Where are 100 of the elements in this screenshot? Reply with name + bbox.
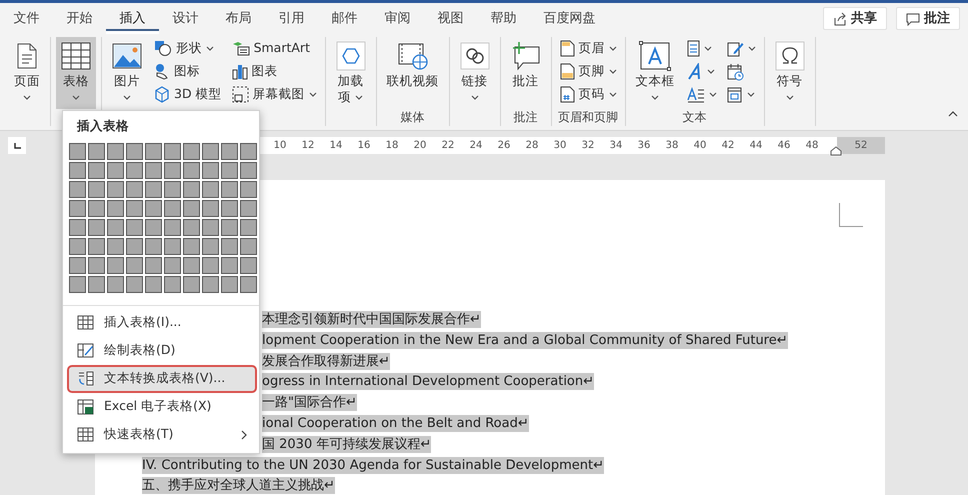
menu-item[interactable]: 绘制表格(D) <box>67 336 257 365</box>
cube-icon <box>154 86 170 103</box>
caret-icon <box>746 92 755 97</box>
ribbon-tab[interactable]: 设计 <box>159 3 212 34</box>
picture-icon <box>112 43 142 69</box>
convert-icon <box>77 371 94 386</box>
calendar-icon <box>726 62 744 80</box>
ruler-number: 28 <box>524 139 540 153</box>
caret-icon <box>355 95 364 100</box>
ruler-number: 22 <box>440 139 456 153</box>
caret-icon <box>651 95 660 100</box>
window-icon <box>726 86 743 103</box>
shapes-icon <box>154 40 172 57</box>
group-label: 页眉和页脚 <box>557 109 620 126</box>
ribbon-button[interactable]: 屏幕截图 <box>228 83 320 106</box>
menu-item[interactable]: 文本转换成表格(V)... <box>67 364 257 393</box>
quick-parts-icon <box>686 40 700 57</box>
group-label: 批注 <box>512 109 539 126</box>
page-icon <box>16 43 38 69</box>
ribbon-button[interactable]: 图表 <box>228 60 320 83</box>
ruler-number: 40 <box>692 139 708 153</box>
menu-item[interactable]: Excel 电子表格(X) <box>67 392 257 421</box>
ribbon-button[interactable]: 加载项 <box>330 37 371 109</box>
spreadsheet-icon <box>77 398 94 415</box>
ruler-number: 44 <box>748 139 764 153</box>
ribbon-tab[interactable]: 帮助 <box>477 3 530 34</box>
ruler-number: 48 <box>804 139 820 153</box>
ribbon-button[interactable]: 3D 模型 <box>151 83 225 106</box>
ribbon-tab[interactable]: 引用 <box>265 3 318 34</box>
caret-icon <box>706 69 715 74</box>
caret-icon <box>786 95 794 100</box>
ruler-number: 20 <box>412 139 428 153</box>
ribbon-button[interactable]: 表格 <box>56 37 96 109</box>
group-label: 文本 <box>682 109 708 126</box>
letter-a-icon <box>686 63 703 80</box>
drop-cap-icon <box>686 86 705 103</box>
ruler-number: 16 <box>356 139 372 153</box>
chevron-up-icon <box>948 110 958 117</box>
ribbon-button[interactable]: 联机视频 <box>382 37 444 108</box>
pen-icon <box>726 40 744 57</box>
ribbon-button[interactable]: SmartArt <box>228 37 320 60</box>
caret-icon <box>608 69 617 74</box>
ruler-number: 36 <box>636 139 652 153</box>
caret-icon <box>72 95 80 100</box>
ribbon-tab[interactable]: 百度网盘 <box>530 3 609 34</box>
ruler-number: 26 <box>496 139 512 153</box>
table-icon <box>77 427 94 442</box>
ribbon-button[interactable]: 形状 <box>151 37 225 60</box>
text-box-icon <box>639 41 672 71</box>
bar-chart-icon <box>232 63 248 80</box>
caret-icon <box>748 46 756 51</box>
ribbon-button[interactable]: 页脚 <box>556 60 620 83</box>
group-label: 媒体 <box>400 109 426 126</box>
chevron-right-icon <box>241 430 247 440</box>
caret-icon <box>123 95 131 100</box>
ribbon-tab[interactable]: 开始 <box>53 3 106 34</box>
ribbon-tab[interactable]: 审阅 <box>371 3 424 34</box>
caret-icon <box>708 92 717 97</box>
ribbon-button[interactable]: 文本框 <box>630 37 680 108</box>
ruler-number: 52 <box>854 139 868 153</box>
ribbon-button[interactable]: 图片 <box>107 37 147 109</box>
caret-icon <box>23 95 31 100</box>
ruler-number: 42 <box>720 139 736 153</box>
menu-title: 插入表格 <box>76 117 130 135</box>
ribbon-tab[interactable]: 布局 <box>212 3 265 34</box>
ribbon-tab[interactable]: 插入 <box>106 3 159 34</box>
ribbon-button[interactable]: 页眉 <box>556 37 620 60</box>
tab-selector[interactable] <box>8 137 26 154</box>
page-number-icon <box>560 86 575 103</box>
footer-icon <box>560 63 575 80</box>
table-icon <box>61 42 91 70</box>
caret-icon <box>608 46 617 51</box>
ribbon-tab[interactable]: 邮件 <box>318 3 371 34</box>
caret-icon <box>608 92 617 97</box>
omega-icon <box>774 41 805 71</box>
ribbon-button[interactable]: 符号 <box>770 37 810 109</box>
ribbon-button[interactable]: 批注 <box>506 37 546 108</box>
menu-item[interactable]: 插入表格(I)... <box>67 308 257 337</box>
share-button[interactable]: 共享 <box>823 7 887 30</box>
comments-button[interactable]: 批注 <box>896 7 960 30</box>
table-size-grid[interactable] <box>69 142 257 294</box>
video-icon <box>398 42 428 70</box>
ruler-number: 10 <box>272 139 288 153</box>
ribbon-button[interactable]: 页码 <box>556 83 620 106</box>
menu-item[interactable]: 快速表格(T) <box>67 420 257 449</box>
ribbon-button[interactable]: 图标 <box>151 60 225 83</box>
ruler-number: 18 <box>384 139 400 153</box>
ribbon-tab[interactable]: 视图 <box>424 3 477 34</box>
ribbon-button[interactable]: 链接 <box>454 37 495 109</box>
ribbon-tab[interactable]: 文件 <box>0 3 53 34</box>
ruler-number: 12 <box>300 139 316 153</box>
ribbon-button[interactable]: 页面 <box>9 37 45 109</box>
indent-marker[interactable] <box>830 146 842 156</box>
caret-icon <box>704 46 712 51</box>
margin-corner-mark <box>839 203 863 227</box>
comment-icon <box>906 12 920 26</box>
draw-table-icon <box>77 343 94 358</box>
screenshot-icon <box>232 86 249 103</box>
tab-stop-icon <box>14 142 20 148</box>
link-icon <box>460 42 490 70</box>
